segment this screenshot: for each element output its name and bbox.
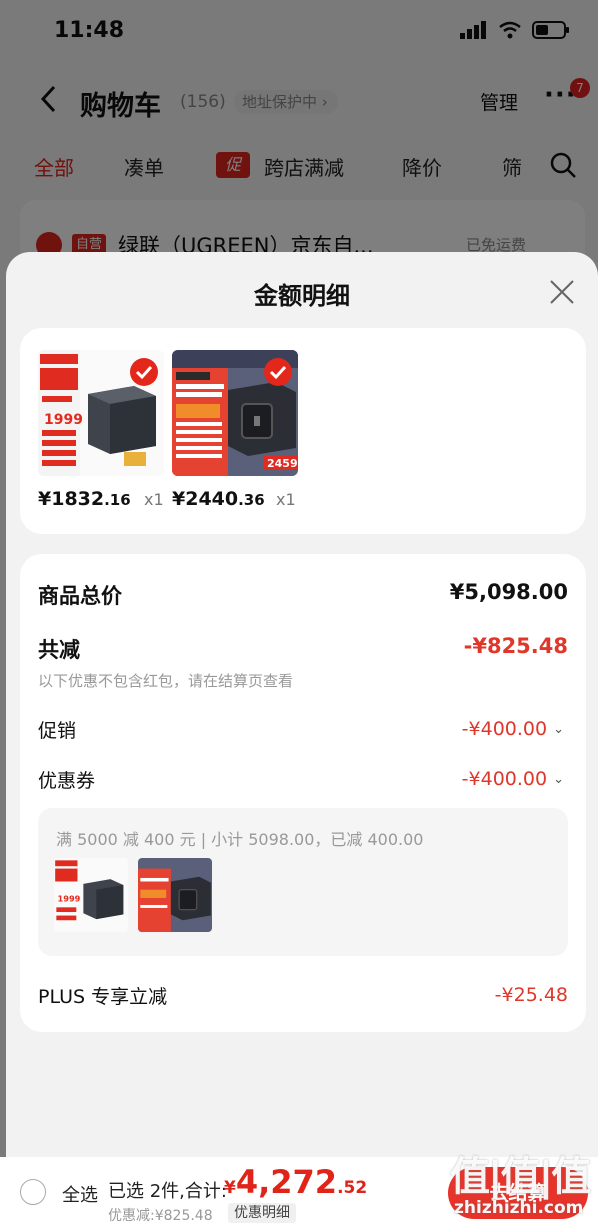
site-watermark: 值|值|值 zhizhizhi.com [448, 1144, 596, 1224]
close-icon[interactable] [546, 276, 578, 308]
product-quantity: x1 [144, 490, 164, 509]
product-image: 2459 [172, 350, 298, 476]
select-all-checkbox[interactable] [20, 1179, 46, 1205]
total-decimal: .52 [337, 1178, 368, 1198]
product-price: ¥1832.16 [38, 488, 131, 510]
product-checked-icon[interactable] [130, 358, 158, 386]
price-summary-card: 商品总价 ¥5,098.00 共减 -¥825.48 以下优惠不包含红包，请在结… [20, 554, 586, 1032]
watermark-url: zhizhizhi.com [454, 1198, 584, 1218]
amount-detail-sheet: 金额明细 1999 ¥1832.16 x1 2459 ¥2440.36 x1 商… [6, 252, 598, 1157]
total-reduction-value: -¥825.48 [463, 634, 568, 658]
coupon-detail-text: 满 5000 减 400 元 | 小计 5098.00，已减 400.00 [56, 830, 424, 849]
product-item[interactable]: 2459 ¥2440.36 x1 [172, 350, 298, 510]
sheet-title: 金额明细 [254, 282, 350, 310]
price-integer: ¥2440 [172, 488, 239, 510]
plus-discount-label: PLUS 专享立减 [38, 986, 168, 1008]
discount-note: 以下优惠不包含红包，请在结算页查看 [38, 672, 294, 690]
chevron-down-icon: ⌄ [553, 722, 564, 737]
product-price: ¥2440.36 [172, 488, 265, 510]
coupon-row-toggle[interactable]: -¥400.00 ⌄ [462, 768, 564, 790]
plus-discount-value: -¥25.48 [494, 984, 568, 1006]
discount-detail-button[interactable]: 优惠明细 [228, 1203, 296, 1223]
promotion-value: -¥400.00 [461, 718, 548, 740]
grand-total: ¥4,272.52 [224, 1163, 367, 1201]
watermark-logo: 值|值|值 [450, 1154, 591, 1200]
chevron-down-icon: ⌄ [553, 772, 564, 787]
promotion-row-toggle[interactable]: -¥400.00 ⌄ [462, 718, 564, 740]
coupon-product-thumbnail: 1999 [54, 858, 128, 932]
product-quantity: x1 [276, 490, 296, 509]
select-all-label[interactable]: 全选 [62, 1181, 98, 1207]
price-integer: ¥1832 [38, 488, 105, 510]
product-image: 1999 [38, 350, 164, 476]
total-price-value: ¥5,098.00 [449, 580, 568, 604]
coupon-label: 优惠券 [38, 770, 96, 792]
image-price: 1999 [44, 412, 83, 428]
product-checked-icon[interactable] [264, 358, 292, 386]
currency-symbol: ¥ [224, 1178, 236, 1198]
products-card: 1999 ¥1832.16 x1 2459 ¥2440.36 x1 [20, 328, 586, 534]
discount-amount-text: 优惠减:¥825.48 [108, 1208, 213, 1224]
selected-count-text: 已选 2件,合计: [108, 1181, 227, 1202]
total-reduction-label: 共减 [38, 638, 80, 662]
total-integer: 4,272 [235, 1163, 338, 1201]
total-price-label: 商品总价 [38, 584, 122, 608]
coupon-detail-box: 满 5000 减 400 元 | 小计 5098.00，已减 400.00 19… [38, 808, 568, 956]
promotion-label: 促销 [38, 720, 77, 742]
image-price: 1999 [58, 893, 81, 903]
price-decimal: .16 [104, 491, 131, 509]
coupon-value: -¥400.00 [461, 768, 548, 790]
product-item[interactable]: 1999 ¥1832.16 x1 [38, 350, 164, 510]
image-price: 2459 [267, 457, 298, 470]
price-decimal: .36 [238, 491, 265, 509]
coupon-product-thumbnail [138, 858, 212, 932]
